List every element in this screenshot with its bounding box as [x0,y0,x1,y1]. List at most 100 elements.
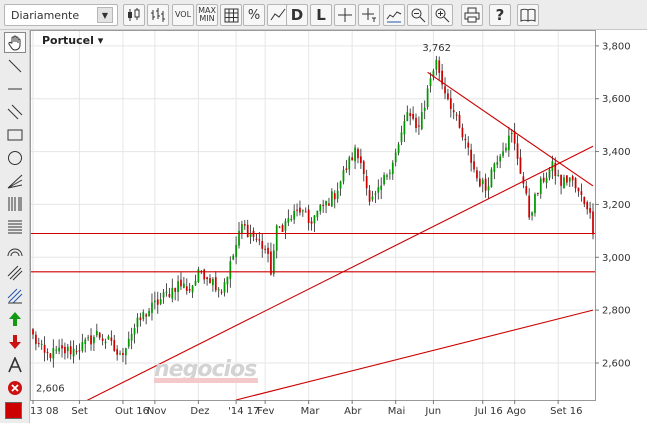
open-book-button[interactable] [517,4,539,26]
crosshair-button[interactable] [334,4,356,26]
daily-button[interactable]: D [286,4,308,26]
candle-body [171,287,174,299]
x-tick-label: Ago [507,406,526,417]
fan-lines-tool[interactable] [4,170,26,191]
candle-body [336,190,339,199]
candle-body [270,251,272,275]
fibonacci-time-tool[interactable] [4,193,26,214]
candle-body [229,261,232,280]
candle-body [267,247,269,254]
candle-body [107,336,110,340]
candle-body [493,163,496,172]
volume-button[interactable]: VOL [172,4,194,26]
candle-body [43,344,46,353]
candle-body [232,255,235,260]
x-tick-label: Mar [301,406,321,417]
max-min-button[interactable]: MAX MIN [196,4,218,26]
price-chart[interactable]: 2,600 2,800 3,000 3,200 3,400 3,600 3,800 13 08… [30,30,647,423]
rectangle-icon [7,129,23,140]
candle-body [95,330,98,336]
text-tool[interactable] [4,354,26,375]
x-tick-label: '14 17 [228,406,259,417]
pan-hand-tool[interactable] [4,32,26,53]
candle-body [93,336,95,344]
candle-body [400,132,403,143]
price-chart-canvas[interactable]: 2,600 2,800 3,000 3,200 3,400 3,600 3,800 13 08… [30,30,647,423]
x-tick-label: Dez [190,406,209,417]
candle-body [162,292,165,298]
candle-body [113,340,116,351]
parallel-lines-tool[interactable] [4,101,26,122]
candle-body [52,348,55,359]
candle-body [217,289,220,291]
candle-body [177,281,179,293]
ellipse-tool[interactable] [4,147,26,168]
ohlc-type-button[interactable] [147,4,169,26]
candlestick-icon [128,8,140,21]
buy-arrow-tool[interactable] [4,308,26,329]
percent-button[interactable]: % [243,4,265,26]
candle-body [145,314,148,317]
x-tick-label: Jul 16 [474,406,503,417]
candle-body [409,113,412,117]
candle-body [127,338,130,347]
line-chart-icon [270,8,286,21]
candle-body [545,177,548,183]
text-icon [8,356,22,372]
zoom-in-button[interactable] [431,4,453,26]
fibonacci-arcs-tool[interactable] [4,239,26,260]
fibonacci-retracement-tool[interactable] [4,216,26,237]
chevron-down-icon: ▼ [97,7,113,23]
candle-body [316,210,319,218]
instrument-selector[interactable]: Portucel ▾ [42,34,103,47]
crosshair-value-button[interactable] [358,4,380,26]
candlestick-type-button[interactable] [123,4,145,26]
candle-body [426,88,429,107]
crosshair-icon [338,8,352,22]
channel-icon [7,265,23,280]
candle-body [148,310,150,317]
drawing-color-swatch[interactable] [5,402,22,419]
trend-analysis-button[interactable] [383,4,405,26]
candle-body [214,277,217,291]
linear-scale-button[interactable]: L [310,4,332,26]
candle-body [185,286,188,291]
sell-arrow-tool[interactable] [4,331,26,352]
candle-body [580,191,583,195]
print-button[interactable] [461,4,483,26]
book-icon [520,8,536,22]
candle-body [35,334,37,344]
candle-body [203,269,206,280]
candle-body [235,244,237,258]
x-tick-label: Out 16 [115,406,149,417]
candle-body [406,112,409,122]
candle-body [542,177,545,182]
candle-body [464,138,467,141]
arcs-icon [7,248,23,256]
speed-lines-tool[interactable] [4,285,26,306]
candle-body [116,349,119,355]
candle-body [452,110,455,113]
rectangle-tool[interactable] [4,124,26,145]
candle-body [444,86,446,94]
candle-body [368,190,371,202]
grid-button[interactable] [220,4,242,26]
candle-body [383,175,385,185]
candle-body [293,210,296,220]
candle-body [360,156,362,164]
candle-body [220,291,223,293]
trendline-tool[interactable] [4,55,26,76]
candle-body [557,174,560,176]
horizontal-line-tool[interactable] [4,78,26,99]
help-button[interactable]: ? [489,4,511,26]
candle-body [519,157,522,174]
delete-drawings-tool[interactable] [4,377,26,398]
ohlc-bars-icon [151,8,165,22]
y-tick-label: 3,000 [602,253,631,264]
channel-tool[interactable] [4,262,26,283]
zoom-out-button[interactable] [407,4,429,26]
candle-body [287,218,290,223]
candle-body [484,178,487,191]
candle-body [110,337,113,341]
period-select[interactable]: Diariamente ▼ [4,4,118,26]
